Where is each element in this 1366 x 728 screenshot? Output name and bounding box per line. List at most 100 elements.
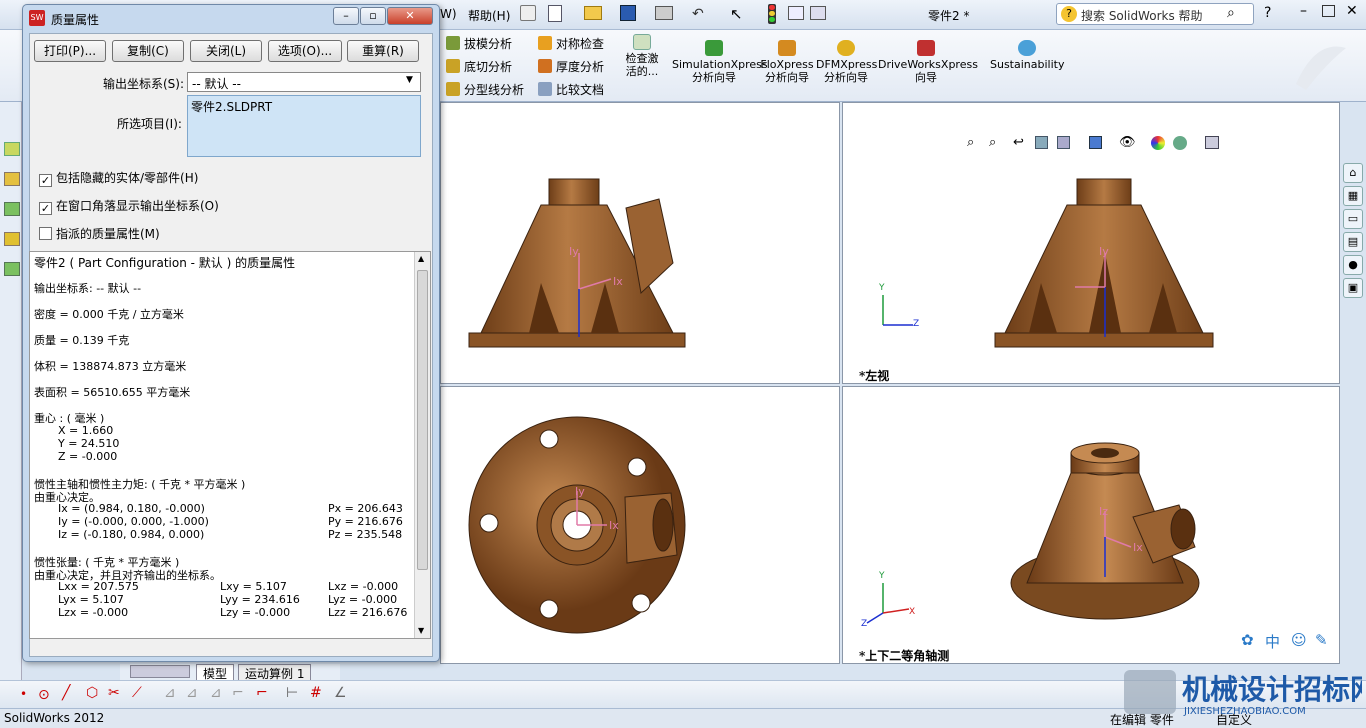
viewport-isometric[interactable]: Iz Ix Y X Z *上下二等角轴测 ✿ 中 ☺ ✎ <box>842 386 1340 664</box>
floxpress-button[interactable]: FloXpress 分析向导 <box>760 40 814 84</box>
scroll-thumb[interactable] <box>417 270 428 570</box>
parting-line-analysis-button[interactable]: 分型线分析 <box>446 81 524 98</box>
ime-toolbar: ✿ 中 ☺ ✎ <box>1241 631 1341 653</box>
pen-icon[interactable]: ✎ <box>1315 631 1328 649</box>
file-explorer-icon[interactable]: ▭ <box>1343 209 1363 229</box>
check-active-document-button[interactable]: 检查激活的... <box>622 34 662 78</box>
dimension-icon[interactable]: ⊢ <box>286 685 298 701</box>
scroll-down-icon[interactable]: ▼ <box>418 626 424 635</box>
floxpress-icon <box>778 40 796 56</box>
draft-analysis-button[interactable]: 拔模分析 <box>446 35 512 52</box>
polygon-icon[interactable]: ⬡ <box>86 685 98 701</box>
grid-icon[interactable]: # <box>310 685 322 701</box>
zoom-area-icon[interactable]: ⌕ <box>989 135 996 150</box>
undercut-analysis-button[interactable]: 底切分析 <box>446 58 512 75</box>
help-question-icon[interactable]: ? <box>1264 5 1271 21</box>
print-button[interactable]: 打印(P)... <box>34 40 106 62</box>
dialog-close-button[interactable]: ✕ <box>387 7 433 25</box>
feature-icon[interactable] <box>4 202 20 216</box>
convert-icon[interactable]: ⟋ <box>132 685 142 701</box>
pin-icon[interactable] <box>520 5 536 21</box>
minimize-app-button[interactable]: – <box>1300 3 1307 19</box>
new-document-icon[interactable] <box>548 5 562 22</box>
results-coord: 输出坐标系: -- 默认 -- <box>34 282 142 295</box>
paw-icon[interactable]: ✿ <box>1241 631 1254 649</box>
custom-properties-icon[interactable]: ▣ <box>1343 278 1363 298</box>
recalculate-button[interactable]: 重算(R) <box>347 40 419 62</box>
appearances-icon[interactable]: ● <box>1343 255 1363 275</box>
hide-show-items-icon[interactable]: 👁 <box>1119 135 1136 150</box>
corner-icon[interactable]: ⌐ <box>232 685 244 701</box>
construction-icon[interactable]: ⌐ <box>256 685 268 701</box>
circle-center-icon[interactable]: ⊙ <box>38 687 50 703</box>
pattern-icon[interactable]: ⊿ <box>210 685 222 701</box>
feature-icon[interactable] <box>4 172 20 186</box>
options-button[interactable]: 选项(O)... <box>268 40 342 62</box>
copy-button[interactable]: 复制(C) <box>112 40 184 62</box>
view-palette-icon[interactable]: ▤ <box>1343 232 1363 252</box>
smile-icon[interactable]: ☺ <box>1291 631 1307 649</box>
help-search-input[interactable]: ? 搜索 SolidWorks 帮助 ⌕ <box>1056 3 1254 25</box>
simulationxpress-button[interactable]: SimulationXpress 分析向导 <box>672 40 768 84</box>
trim-icon[interactable]: ✂ <box>108 685 120 701</box>
mirror-icon[interactable]: ⊿ <box>164 685 176 701</box>
dialog-maximize-button[interactable]: ▫ <box>360 7 386 25</box>
selected-item[interactable]: 零件2.SLDPRT <box>191 98 273 115</box>
select-arrow-icon[interactable]: ↖ <box>730 5 743 23</box>
close-button[interactable]: 关闭(L) <box>190 40 262 62</box>
file-properties-icon[interactable] <box>788 6 804 20</box>
menu-help[interactable]: 帮助(H) <box>468 7 510 24</box>
compare-documents-button[interactable]: 比较文档 <box>538 81 604 98</box>
sustainability-button[interactable]: Sustainability <box>990 40 1064 71</box>
feature-icon[interactable] <box>4 232 20 246</box>
menu-window[interactable]: W) <box>440 7 457 21</box>
viewport-left[interactable]: ⌕ ⌕ ↩ 👁 Iy Y Z *左视 <box>842 102 1340 384</box>
include-hidden-checkbox[interactable]: ✓ 包括隐藏的实体/零部件(H) <box>39 169 198 187</box>
section-view-icon[interactable] <box>1035 136 1048 149</box>
dialog-title-bar[interactable]: SW 质量属性 – ▫ ✕ <box>23 5 439 31</box>
zoom-to-fit-icon[interactable]: ⌕ <box>967 135 974 150</box>
tab-scroll-buttons[interactable] <box>130 665 190 678</box>
close-app-button[interactable]: ✕ <box>1346 3 1358 19</box>
viewport-front[interactable]: Iy Ix <box>440 102 840 384</box>
scroll-up-icon[interactable]: ▲ <box>418 254 424 263</box>
ime-chinese-icon[interactable]: 中 <box>1265 631 1280 652</box>
selected-items-list[interactable]: 零件2.SLDPRT <box>187 95 421 157</box>
save-icon[interactable] <box>620 5 636 21</box>
search-icon[interactable]: ⌕ <box>1227 5 1235 21</box>
assigned-mass-checkbox[interactable]: 指派的质量属性(M) <box>39 225 160 242</box>
restore-app-button[interactable] <box>1322 5 1335 17</box>
line-icon[interactable]: ╱ <box>62 685 70 701</box>
results-lzy: Lzy = -0.000 <box>220 606 291 619</box>
apply-scene-icon[interactable] <box>1173 136 1187 150</box>
dialog-minimize-button[interactable]: – <box>333 7 359 25</box>
point-icon[interactable]: • <box>20 687 27 701</box>
show-coord-checkbox[interactable]: ✓ 在窗口角落显示输出坐标系(O) <box>39 197 219 215</box>
offset-icon[interactable]: ⊿ <box>186 685 198 701</box>
watermark: 机械设计招标网 JIXIESHEZHAOBIAO.COM <box>1120 666 1366 720</box>
rebuild-icon[interactable] <box>768 4 776 24</box>
symmetry-check-button[interactable]: 对称检查 <box>538 35 604 52</box>
print-icon[interactable] <box>655 6 673 20</box>
open-folder-icon[interactable] <box>584 6 602 20</box>
view-settings-icon[interactable] <box>1205 136 1219 149</box>
inertia-axis-iy-label: Iy <box>575 485 585 498</box>
viewport-top[interactable]: Iy Ix <box>440 386 840 664</box>
driveworksxpress-button[interactable]: DriveWorksXpress 向导 <box>878 40 978 84</box>
dfmxpress-button[interactable]: DFMXpress 分析向导 <box>816 40 877 84</box>
results-scrollbar[interactable]: ▲ ▼ <box>414 252 430 638</box>
feature-icon[interactable] <box>4 142 20 156</box>
thickness-analysis-button[interactable]: 厚度分析 <box>538 58 604 75</box>
previous-view-icon[interactable]: ↩ <box>1013 135 1024 150</box>
design-library-icon[interactable]: ▦ <box>1343 186 1363 206</box>
display-style-icon[interactable] <box>1089 136 1102 149</box>
angle-icon[interactable]: ∠ <box>334 685 347 701</box>
options-icon[interactable] <box>810 6 826 20</box>
edit-appearance-icon[interactable] <box>1151 136 1165 150</box>
view-orientation-icon[interactable] <box>1057 136 1070 149</box>
home-icon[interactable]: ⌂ <box>1343 163 1363 183</box>
undo-icon[interactable]: ↶ <box>692 6 704 22</box>
mass-properties-dialog: SW 质量属性 – ▫ ✕ 打印(P)... 复制(C) 关闭(L) 选项(O)… <box>22 4 440 662</box>
output-coord-select[interactable]: -- 默认 -- ▼ <box>187 72 421 92</box>
feature-icon[interactable] <box>4 262 20 276</box>
